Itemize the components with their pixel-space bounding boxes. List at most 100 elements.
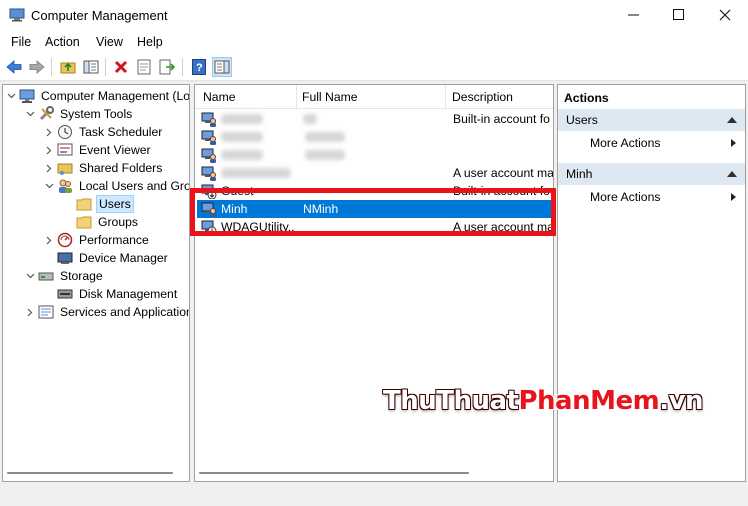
tree-item-task-scheduler[interactable]: Task Scheduler xyxy=(43,123,164,141)
column-header-full-name[interactable]: Full Name xyxy=(302,90,358,104)
tree-scroll-thumb[interactable] xyxy=(7,472,173,474)
tree-item-groups[interactable]: Groups xyxy=(62,213,140,231)
tree-item-users[interactable]: Users xyxy=(62,195,134,213)
table-row[interactable]: Minh NMinh xyxy=(197,200,553,218)
minimize-button[interactable] xyxy=(611,0,657,30)
menu-action[interactable]: Action xyxy=(45,35,80,49)
menu-help[interactable]: Help xyxy=(137,35,163,49)
site-watermark: ThuThuatPhanMem.vn xyxy=(383,386,704,416)
cell-name: WDAGUtility... xyxy=(221,220,295,234)
console-tree[interactable]: Computer Management (Local System Tools Ta… xyxy=(2,84,190,482)
status-bar xyxy=(0,486,748,506)
redacted-name xyxy=(221,114,263,124)
expand-chevron-icon[interactable] xyxy=(43,177,55,195)
submenu-arrow-icon xyxy=(731,139,736,147)
svg-text:?: ? xyxy=(196,62,203,74)
cell-full-name: NMinh xyxy=(303,202,339,216)
table-row[interactable] xyxy=(197,146,553,164)
tree-item-services-and-applications[interactable]: Services and Applications xyxy=(24,303,190,321)
show-hide-tree-icon[interactable] xyxy=(81,57,101,77)
collapse-triangle-icon[interactable] xyxy=(727,117,737,123)
collapse-chevron-icon[interactable] xyxy=(43,123,55,141)
tree-item-performance[interactable]: Performance xyxy=(43,231,151,249)
menu-file[interactable]: File xyxy=(11,35,31,49)
tree-item-label: Event Viewer xyxy=(79,143,151,157)
redacted-full-name xyxy=(305,150,345,160)
tree-item-label: Services and Applications xyxy=(60,305,190,319)
collapse-chevron-icon[interactable] xyxy=(24,303,36,321)
computer-icon xyxy=(19,88,35,104)
back-arrow-icon[interactable] xyxy=(4,57,24,77)
tree-item-computer-management-local[interactable]: Computer Management (Local xyxy=(5,87,189,105)
collapse-chevron-icon[interactable] xyxy=(43,159,55,177)
services-icon xyxy=(38,304,54,320)
list-scroll-thumb[interactable] xyxy=(199,472,469,474)
computer-management-icon xyxy=(9,8,25,22)
cell-description: A user account ma xyxy=(453,166,553,180)
column-header-description[interactable]: Description xyxy=(452,90,513,104)
delete-icon[interactable] xyxy=(111,57,131,77)
actions-section-users[interactable]: Users xyxy=(558,109,745,131)
collapse-chevron-icon[interactable] xyxy=(43,231,55,249)
redacted-full-name xyxy=(303,114,317,124)
column-header-name[interactable]: Name xyxy=(203,90,236,104)
actions-header: Actions xyxy=(564,91,609,105)
tree-item-label: Device Manager xyxy=(79,251,168,265)
folder-icon xyxy=(76,214,92,230)
table-row[interactable]: Guest Built-in account fo xyxy=(197,182,553,200)
cell-description: A user account ma xyxy=(453,220,553,234)
watermark-part3: .vn xyxy=(659,386,704,416)
minh-more-actions[interactable]: More Actions xyxy=(558,187,745,207)
list-horizontal-scrollbar[interactable] xyxy=(195,465,553,481)
tree-horizontal-scrollbar[interactable] xyxy=(3,465,189,481)
redacted-full-name xyxy=(305,132,345,142)
tree-item-disk-management[interactable]: Disk Management xyxy=(43,285,179,303)
table-row[interactable]: A user account ma xyxy=(197,164,553,182)
forward-arrow-icon[interactable] xyxy=(27,57,47,77)
users-groups-icon xyxy=(57,178,73,194)
performance-icon xyxy=(57,232,73,248)
redacted-name xyxy=(221,150,263,160)
table-row[interactable] xyxy=(197,128,553,146)
properties-icon[interactable] xyxy=(134,57,154,77)
watermark-part1: ThuThuat xyxy=(383,386,519,416)
actions-section-minh[interactable]: Minh xyxy=(558,163,745,185)
tree-item-device-manager[interactable]: Device Manager xyxy=(43,249,170,267)
expand-chevron-icon[interactable] xyxy=(24,267,36,285)
table-row[interactable]: WDAGUtility... A user account ma xyxy=(197,218,553,236)
export-list-icon[interactable] xyxy=(157,57,177,77)
expand-chevron-icon[interactable] xyxy=(24,105,36,123)
collapse-triangle-icon[interactable] xyxy=(727,171,737,177)
tree-item-system-tools[interactable]: System Tools xyxy=(24,105,134,123)
tree-item-label: Shared Folders xyxy=(79,161,163,175)
cell-description: Built-in account fo xyxy=(453,184,550,198)
users-more-actions-label: More Actions xyxy=(590,136,661,150)
tree-item-local-users-and-groups[interactable]: Local Users and Groups xyxy=(43,177,189,195)
tree-item-storage[interactable]: Storage xyxy=(24,267,105,285)
user-account-icon xyxy=(201,219,217,236)
menu-bar: File Action View Help xyxy=(0,32,748,53)
users-list-view[interactable]: Name Full Name Description Built-in acco… xyxy=(194,84,554,482)
shared-folder-icon xyxy=(57,160,73,176)
table-row[interactable]: Built-in account fo xyxy=(197,110,553,128)
tree-item-event-viewer[interactable]: Event Viewer xyxy=(43,141,153,159)
maximize-button[interactable] xyxy=(656,0,702,30)
collapse-chevron-icon[interactable] xyxy=(43,141,55,159)
expand-chevron-icon[interactable] xyxy=(5,87,17,105)
show-hide-action-pane-icon[interactable] xyxy=(212,57,232,77)
actions-section-minh-label: Minh xyxy=(566,167,593,181)
close-button[interactable] xyxy=(702,0,748,30)
actions-pane: Actions Users More Actions Minh More Act… xyxy=(557,84,746,482)
tree-item-shared-folders[interactable]: Shared Folders xyxy=(43,159,164,177)
user-account-icon xyxy=(201,147,217,163)
up-folder-icon[interactable] xyxy=(58,57,78,77)
menu-view[interactable]: View xyxy=(96,35,123,49)
users-more-actions[interactable]: More Actions xyxy=(558,133,745,153)
help-icon[interactable]: ? xyxy=(189,57,209,77)
list-header: Name Full Name Description xyxy=(195,85,553,109)
window-title: Computer Management xyxy=(31,8,168,23)
tree-item-label: Users xyxy=(96,195,134,213)
watermark-part2: PhanMem xyxy=(518,386,660,416)
